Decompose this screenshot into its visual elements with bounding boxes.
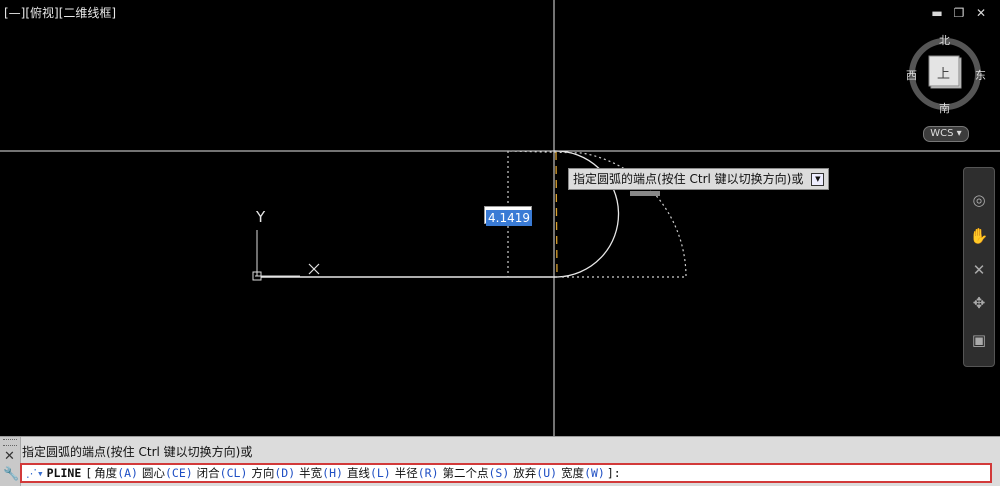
wcs-menu[interactable]: WCS ▾: [923, 126, 969, 142]
command-option-key: (CL): [219, 466, 248, 480]
command-option-label: 宽度: [561, 466, 585, 480]
command-option-label: 第二个点: [442, 466, 489, 480]
command-option[interactable]: 闭合(CL): [197, 466, 248, 480]
steering-wheel-icon[interactable]: ◎: [969, 190, 989, 210]
viewcube-west[interactable]: 西: [906, 67, 917, 83]
orbit-icon[interactable]: ✥: [969, 293, 989, 313]
viewcube-top-face[interactable]: 上: [937, 63, 950, 82]
close-icon[interactable]: ✕: [4, 449, 15, 464]
recent-commands-icon[interactable]: ⋰▾: [26, 467, 44, 480]
command-option[interactable]: 放弃(U): [513, 466, 557, 480]
command-history-line: 指定圆弧的端点(按住 Ctrl 键以切换方向)或: [22, 445, 253, 459]
pan-icon[interactable]: ✋: [969, 226, 989, 246]
command-option-label: 放弃: [513, 466, 537, 480]
command-option-key: (U): [536, 466, 558, 480]
tooltip-text: 指定圆弧的端点(按住 Ctrl 键以切换方向)或: [573, 171, 804, 186]
command-window-sidebar: ✕ 🔧: [0, 437, 21, 486]
grip-handle[interactable]: [3, 439, 17, 446]
options-close: ]:: [606, 466, 621, 480]
viewcube[interactable]: 北 南 西 东 上: [905, 30, 986, 122]
command-option[interactable]: 直线(L): [347, 466, 391, 480]
command-option[interactable]: 宽度(W): [561, 466, 605, 480]
chord-indicator: [555, 151, 558, 278]
command-input[interactable]: ⋰▾ PLINE[角度(A) 圆心(CE) 闭合(CL) 方向(D) 半宽(H) 直线(L)…: [20, 463, 992, 483]
command-option-key: (W): [584, 466, 605, 480]
viewcube-north[interactable]: 北: [939, 32, 950, 48]
customize-icon[interactable]: 🔧: [3, 467, 19, 482]
drawing-viewport[interactable]: [—][俯视][二维线框] ▬ ❐ ✕ Y 4.1419 指定圆弧的端点(按住 …: [0, 0, 1000, 436]
command-options: 角度(A) 圆心(CE) 闭合(CL) 方向(D) 半宽(H) 直线(L) 半径(R) 第二个…: [92, 466, 607, 480]
command-option-key: (S): [488, 466, 510, 480]
command-option-label: 方向: [251, 466, 275, 480]
command-window: ✕ 🔧 指定圆弧的端点(按住 Ctrl 键以切换方向)或 ⋰▾ PLINE[角度(…: [0, 436, 1000, 486]
command-option[interactable]: 圆心(CE): [142, 466, 193, 480]
ucs-y-label: Y: [256, 208, 266, 226]
command-option[interactable]: 第二个点(S): [443, 466, 510, 480]
dynamic-input-value[interactable]: 4.1419: [486, 210, 532, 226]
navigation-bar: ◎ ✋ ✕ ✥ ▣: [963, 167, 995, 367]
command-program: PLINE: [46, 466, 82, 480]
command-option[interactable]: 半径(R): [395, 466, 439, 480]
showmotion-icon[interactable]: ▣: [969, 330, 989, 350]
tooltip-selection-bar: [630, 191, 660, 196]
zoom-icon[interactable]: ✕: [969, 260, 989, 280]
dynamic-input-field[interactable]: 4.1419: [484, 206, 532, 226]
command-option-label: 角度: [94, 466, 118, 480]
command-option-label: 直线: [346, 466, 370, 480]
command-option-label: 闭合: [196, 466, 220, 480]
command-option-key: (L): [369, 466, 391, 480]
command-option-key: (D): [274, 466, 296, 480]
viewcube-east[interactable]: 东: [975, 67, 986, 83]
command-option-key: (H): [322, 466, 343, 480]
dropdown-arrow-icon[interactable]: ▼: [811, 172, 825, 186]
command-option-label: 半宽: [299, 466, 323, 480]
viewcube-south[interactable]: 南: [939, 100, 950, 116]
command-option-key: (CE): [164, 466, 193, 480]
command-option[interactable]: 方向(D): [251, 466, 295, 480]
command-option-key: (A): [117, 466, 138, 480]
command-option-label: 圆心: [141, 466, 165, 480]
command-option[interactable]: 角度(A): [94, 466, 138, 480]
command-option[interactable]: 半宽(H): [299, 466, 343, 480]
wcs-label: WCS: [930, 128, 954, 139]
dynamic-prompt-tooltip: 指定圆弧的端点(按住 Ctrl 键以切换方向)或 ▼: [568, 168, 830, 190]
command-option-label: 半径: [394, 466, 418, 480]
command-option-key: (R): [417, 466, 439, 480]
